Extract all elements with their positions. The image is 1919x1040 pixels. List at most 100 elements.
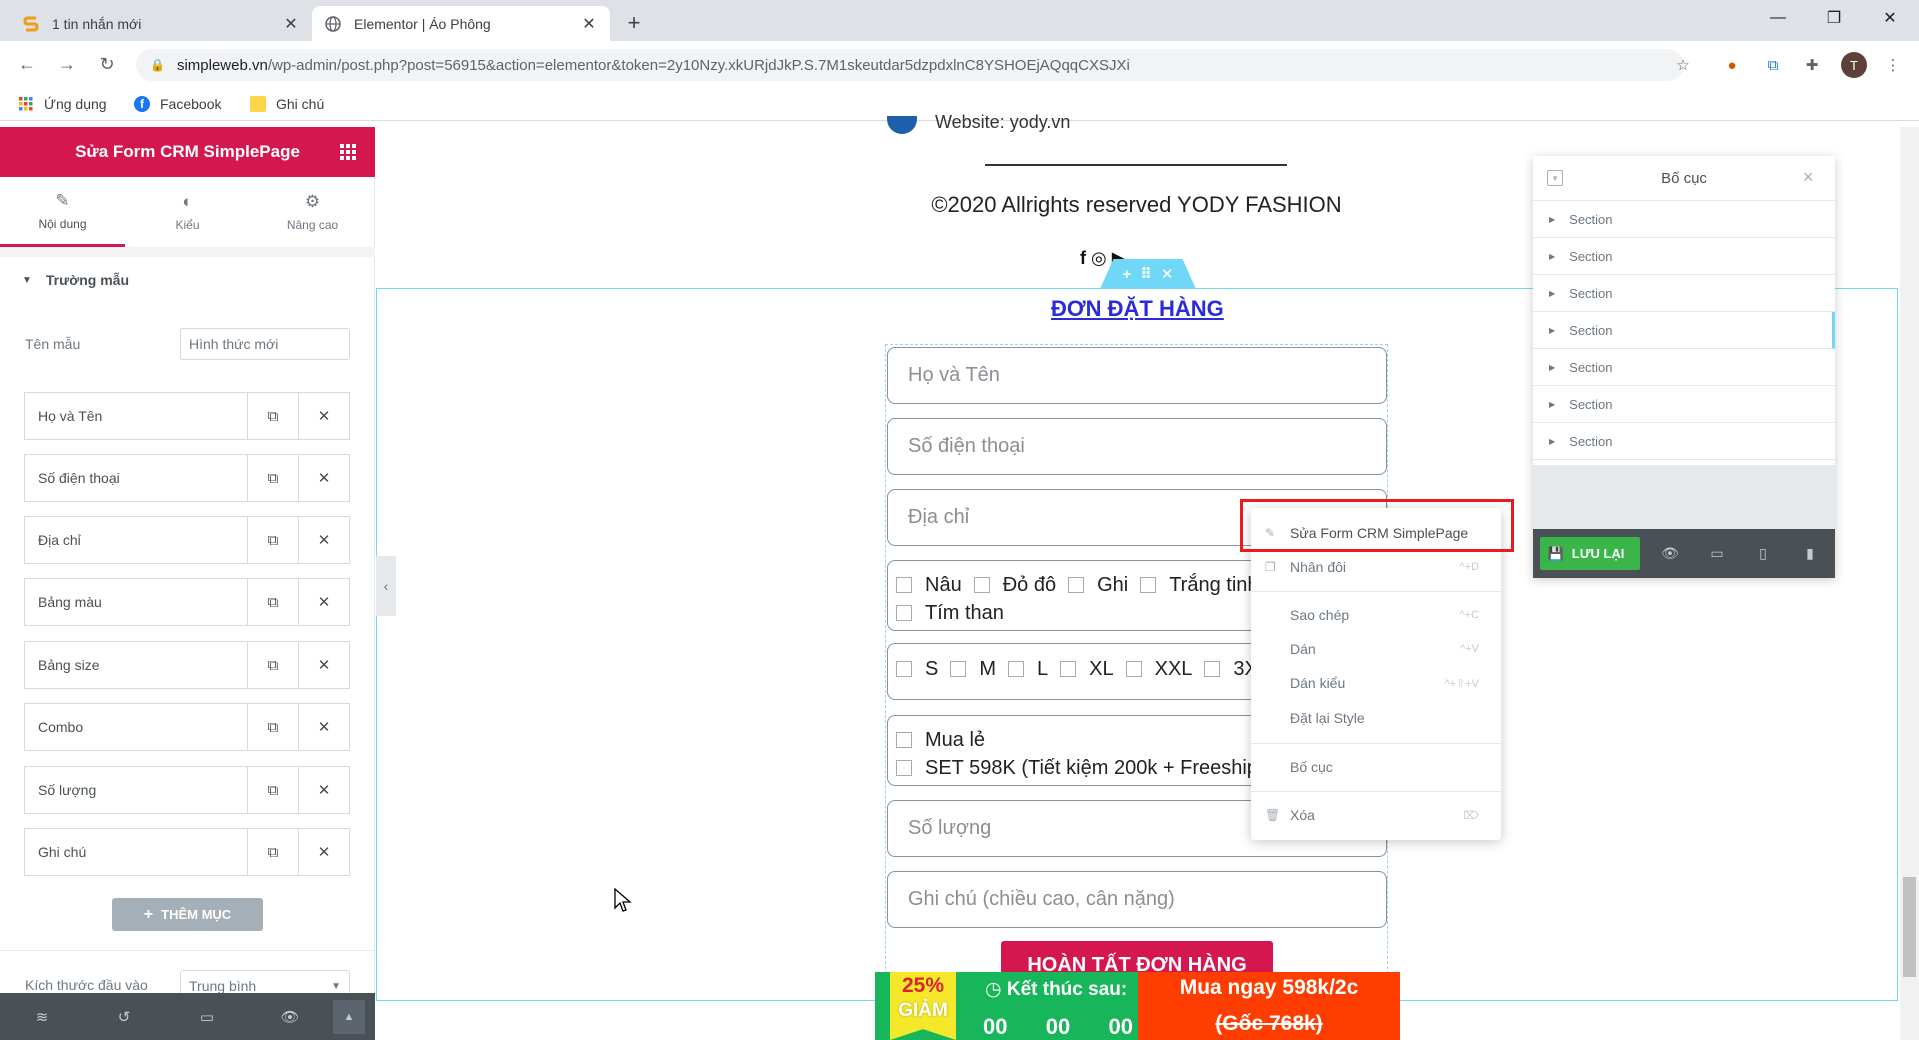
color-option[interactable]: Đỏ đô <box>973 574 1056 597</box>
field-item[interactable]: Ghi chú ⧉ ✕ <box>24 828 350 876</box>
size-option[interactable]: L <box>1008 658 1048 681</box>
combo-option[interactable]: SET 598K (Tiết kiệm 200k + Freeship) <box>896 757 1265 780</box>
close-icon[interactable]: ✕ <box>1161 265 1174 283</box>
duplicate-icon[interactable]: ⧉ <box>247 642 298 688</box>
field-item[interactable]: Bảng size ⧉ ✕ <box>24 641 350 689</box>
field-item[interactable]: Địa chỉ ⧉ ✕ <box>24 516 350 564</box>
add-icon[interactable]: + <box>1122 266 1131 283</box>
desktop-icon[interactable]: ▭ <box>1697 537 1737 570</box>
maximize-icon[interactable]: ❐ <box>1806 0 1862 36</box>
save-button[interactable]: 💾 LƯU LẠI <box>1540 537 1640 570</box>
field-item[interactable]: Combo ⧉ ✕ <box>24 703 350 751</box>
duplicate-icon[interactable]: ⧉ <box>247 517 298 563</box>
navigator-section[interactable]: ▶ Section <box>1533 238 1835 275</box>
context-item-duplicate[interactable]: ❐ Nhân đôi ^+D <box>1251 552 1501 582</box>
remove-icon[interactable]: ✕ <box>298 393 349 439</box>
remove-icon[interactable]: ✕ <box>298 642 349 688</box>
navigator-section[interactable]: ▶ Section <box>1533 275 1835 312</box>
new-tab-button[interactable]: + <box>620 9 648 37</box>
field-item[interactable]: Họ và Tên ⧉ ✕ <box>24 392 350 440</box>
scrollbar-thumb[interactable] <box>1903 877 1916 977</box>
panel-collapse-handle[interactable]: ‹ <box>376 556 396 616</box>
color-option[interactable]: Trắng tinh <box>1140 574 1259 597</box>
duplicate-icon[interactable]: ⧉ <box>247 393 298 439</box>
profile-avatar[interactable]: T <box>1841 52 1867 78</box>
minimize-icon[interactable]: — <box>1750 0 1806 36</box>
duplicate-icon[interactable]: ⧉ <box>247 455 298 501</box>
field-item[interactable]: Số điện thoại ⧉ ✕ <box>24 454 350 502</box>
drag-handle-icon[interactable]: ⠿ <box>1140 265 1152 283</box>
duplicate-icon[interactable]: ⧉ <box>247 704 298 750</box>
remove-icon[interactable]: ✕ <box>298 517 349 563</box>
bookmark-notes[interactable]: Ghi chú <box>250 93 324 115</box>
remove-icon[interactable]: ✕ <box>298 829 349 875</box>
reload-icon[interactable]: ↻ <box>93 50 121 78</box>
preview-eye-icon[interactable]: 👁 <box>1650 537 1690 570</box>
bookmark-apps[interactable]: Ứng dụng <box>18 93 107 115</box>
tab-style[interactable]: ◐ Kiểu <box>125 177 250 247</box>
navigator-section-active[interactable]: ▶ Section <box>1533 312 1835 349</box>
form-name-input[interactable]: Hình thức mới <box>180 328 350 360</box>
back-icon[interactable]: ← <box>13 50 41 78</box>
browser-tab-messages[interactable]: 1 tin nhắn mới ✕ <box>10 6 312 41</box>
tab-content[interactable]: ✎ Nội dung <box>0 177 125 247</box>
navigator-close-icon[interactable]: × <box>1803 167 1814 188</box>
size-option[interactable]: XXL <box>1125 658 1192 681</box>
context-item-paste[interactable]: Dán ^+V <box>1251 634 1501 664</box>
duplicate-icon[interactable]: ⧉ <box>247 579 298 625</box>
collapse-all-icon[interactable]: ▾ <box>1547 170 1563 186</box>
color-option[interactable]: Ghi <box>1068 574 1128 597</box>
address-bar[interactable]: 🔒 simpleweb.vn /wp-admin/post.php?post=5… <box>136 49 1684 81</box>
duplicate-icon[interactable]: ⧉ <box>247 829 298 875</box>
close-icon[interactable]: ✕ <box>282 15 300 33</box>
browser-menu-icon[interactable]: ⋮ <box>1880 52 1906 78</box>
window-close-icon[interactable]: ✕ <box>1862 0 1918 36</box>
translate-extension-icon[interactable]: ⧉ <box>1760 52 1786 78</box>
combo-option[interactable]: Mua lẻ <box>896 729 985 752</box>
remove-icon[interactable]: ✕ <box>298 704 349 750</box>
bookmark-facebook[interactable]: f Facebook <box>134 93 221 115</box>
field-item[interactable]: Bảng màu ⧉ ✕ <box>24 578 350 626</box>
buy-now-price[interactable]: Mua ngay 598k/2c <box>1138 976 1400 1000</box>
size-option[interactable]: S <box>896 658 938 681</box>
preview-eye-icon[interactable]: 👁 <box>270 1000 310 1034</box>
browser-tab-elementor[interactable]: Elementor | Áo Phông ✕ <box>312 6 610 41</box>
navigator-section[interactable]: ▶ Section <box>1533 201 1835 238</box>
layers-icon[interactable]: ≋ <box>22 1000 62 1034</box>
context-item-reset-style[interactable]: Đặt lại Style <box>1251 703 1501 733</box>
navigator-section[interactable]: ▶ Section <box>1533 386 1835 423</box>
field-item[interactable]: Số lượng ⧉ ✕ <box>24 766 350 814</box>
section-handle-bar[interactable]: + ⠿ ✕ <box>1100 259 1196 289</box>
color-option[interactable]: Nâu <box>896 574 962 597</box>
navigator-section[interactable]: ▶ Section <box>1533 349 1835 386</box>
publish-options-icon[interactable]: ▲ <box>333 1000 365 1034</box>
tab-advanced[interactable]: ⚙ Nâng cao <box>250 177 375 247</box>
tablet-icon[interactable]: ▯ <box>1743 537 1783 570</box>
color-option[interactable]: Tím than <box>896 602 1004 625</box>
note-input[interactable]: Ghi chú (chiều cao, cân nặng) <box>887 871 1387 928</box>
add-item-button[interactable]: + THÊM MỤC <box>112 898 263 931</box>
mobile-icon[interactable]: ▮ <box>1790 537 1830 570</box>
cookie-extension-icon[interactable]: ● <box>1719 52 1745 78</box>
context-item-paste-style[interactable]: Dán kiểu ^+⇧+V <box>1251 668 1501 698</box>
size-option[interactable]: XL <box>1060 658 1114 681</box>
forward-icon[interactable]: → <box>53 50 81 78</box>
extensions-icon[interactable]: ✚ <box>1799 52 1825 78</box>
section-toggle[interactable]: ▼ Trường mẫu <box>22 272 129 288</box>
remove-icon[interactable]: ✕ <box>298 579 349 625</box>
remove-icon[interactable]: ✕ <box>298 455 349 501</box>
size-option[interactable]: M <box>950 658 996 681</box>
close-icon[interactable]: ✕ <box>580 15 598 33</box>
remove-icon[interactable]: ✕ <box>298 767 349 813</box>
history-icon[interactable]: ↺ <box>104 1000 144 1034</box>
duplicate-icon[interactable]: ⧉ <box>247 767 298 813</box>
context-item-navigator[interactable]: Bố cục <box>1251 752 1501 782</box>
widgets-grid-icon[interactable] <box>340 144 356 160</box>
context-item-copy[interactable]: Sao chép ^+C <box>1251 600 1501 630</box>
context-item-delete[interactable]: 🗑 Xóa ⌦ <box>1251 800 1501 830</box>
phone-input[interactable]: Số điện thoại <box>887 418 1387 475</box>
navigator-section[interactable]: ▶ Section <box>1533 423 1835 460</box>
responsive-desktop-icon[interactable]: ▭ <box>187 1000 227 1034</box>
name-input[interactable]: Họ và Tên <box>887 347 1387 404</box>
bookmark-star-icon[interactable]: ☆ <box>1670 52 1696 78</box>
